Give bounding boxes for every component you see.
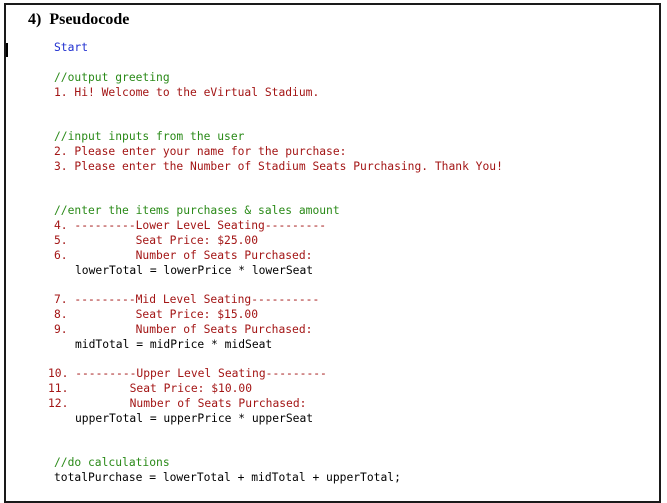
code-line: 5. Seat Price: $25.00 [54, 234, 259, 247]
code-line: 7. ---------Mid Level Seating---------- [54, 293, 320, 306]
code-line: 4. ---------Lower LeveL Seating--------- [54, 219, 327, 232]
code-line: 8. Seat Price: $15.00 [54, 308, 259, 321]
code-line: 12. Number of Seats Purchased: [48, 397, 307, 410]
code-line: 2. Please enter your name for the purcha… [54, 145, 347, 158]
code-line: upperTotal = upperPrice * upperSeat [75, 412, 314, 425]
code-line: lowerTotal = lowerPrice * lowerSeat [75, 264, 314, 277]
code-line: 10. ---------Upper Level Seating--------… [48, 367, 327, 380]
code-line: 11. Seat Price: $10.00 [48, 382, 253, 395]
document-frame: 4) Pseudocode Start //output greeting 1. H… [4, 3, 661, 503]
code-comment: //enter the items purchases & sales amou… [54, 204, 340, 217]
section-heading: 4) Pseudocode [28, 11, 130, 28]
code-line: 3. Please enter the Number of Stadium Se… [54, 160, 503, 173]
code-comment: //output greeting [54, 71, 170, 84]
code-line: 6. Number of Seats Purchased: [54, 249, 313, 262]
code-line: 9. Number of Seats Purchased: [54, 323, 313, 336]
text-cursor [6, 43, 8, 57]
code-line: midTotal = midPrice * midSeat [75, 338, 273, 351]
code-comment: //do calculations [54, 456, 170, 469]
code-line: 1. Hi! Welcome to the eVirtual Stadium. [54, 86, 320, 99]
code-comment: //input inputs from the user [54, 130, 245, 143]
code-line: Start [54, 41, 89, 54]
code-line: totalPurchase = lowerTotal + midTotal + … [54, 471, 401, 484]
